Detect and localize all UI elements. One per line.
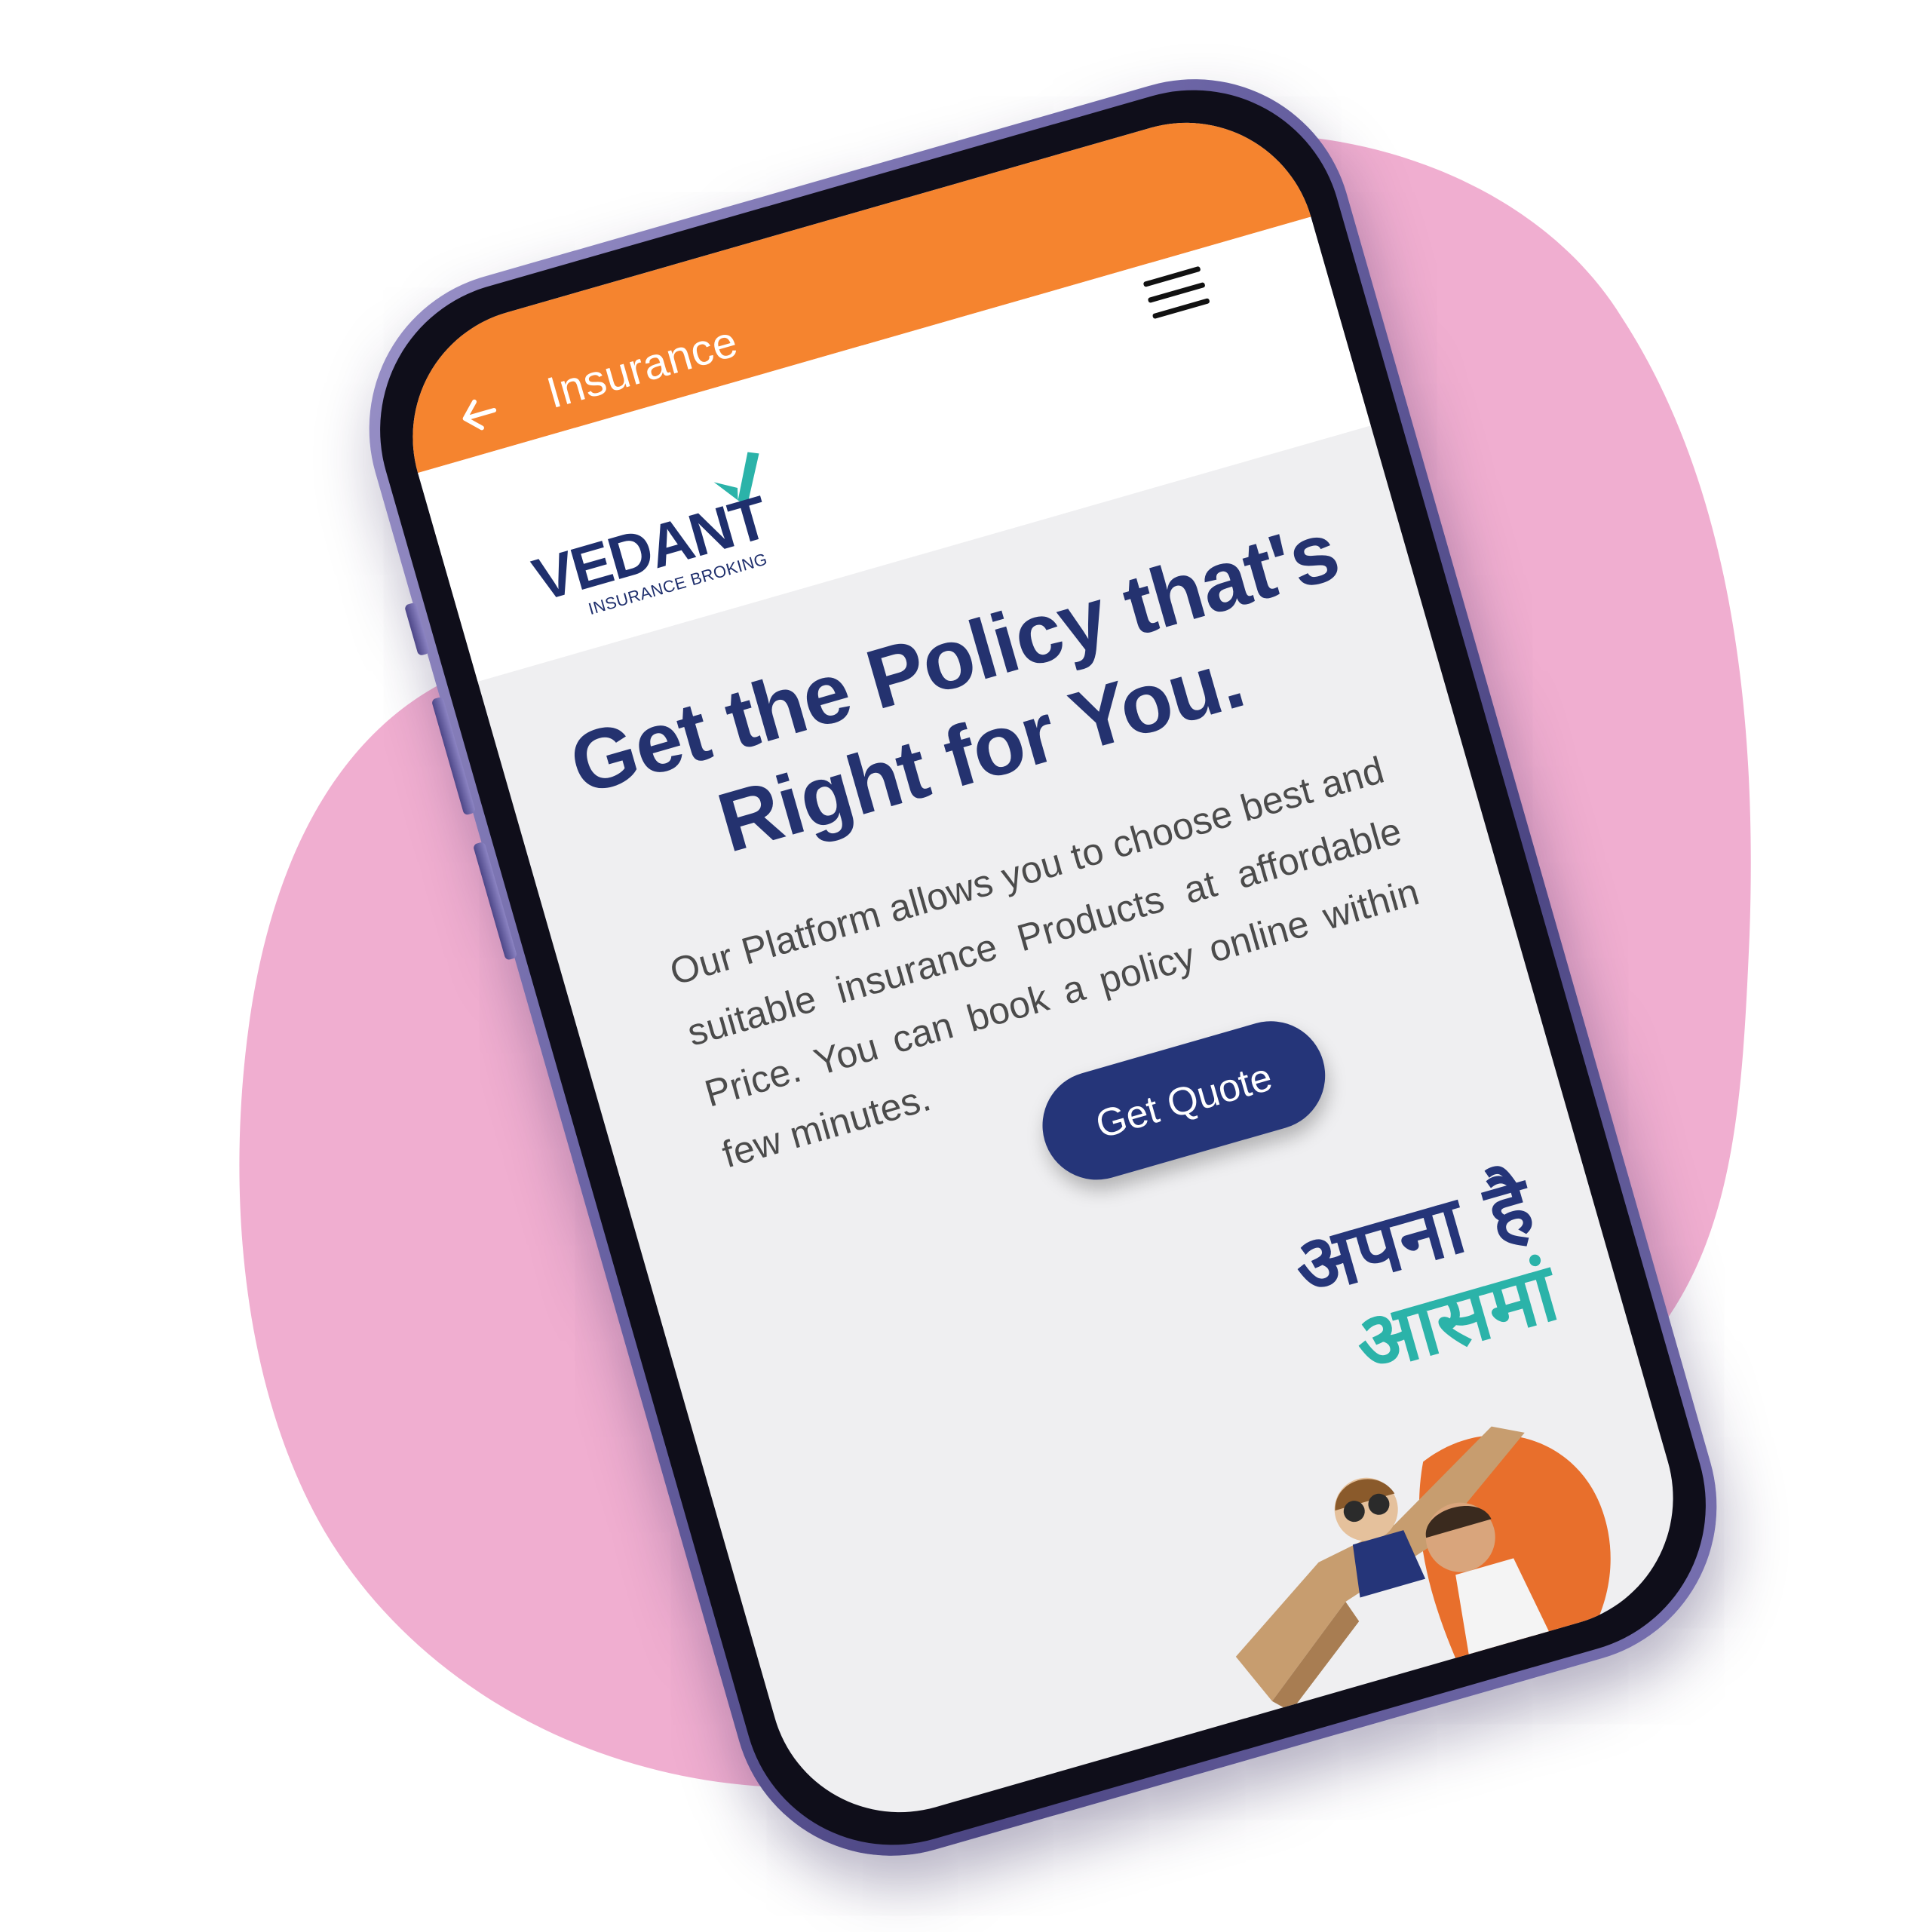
stage: Insurance VEDANT INSURANCE BROKING Get t… — [0, 0, 1929, 1932]
vedant-logo[interactable]: VEDANT INSURANCE BROKING — [518, 452, 781, 631]
hamburger-menu-icon[interactable] — [1142, 262, 1211, 323]
arrow-left-icon[interactable] — [452, 386, 508, 442]
